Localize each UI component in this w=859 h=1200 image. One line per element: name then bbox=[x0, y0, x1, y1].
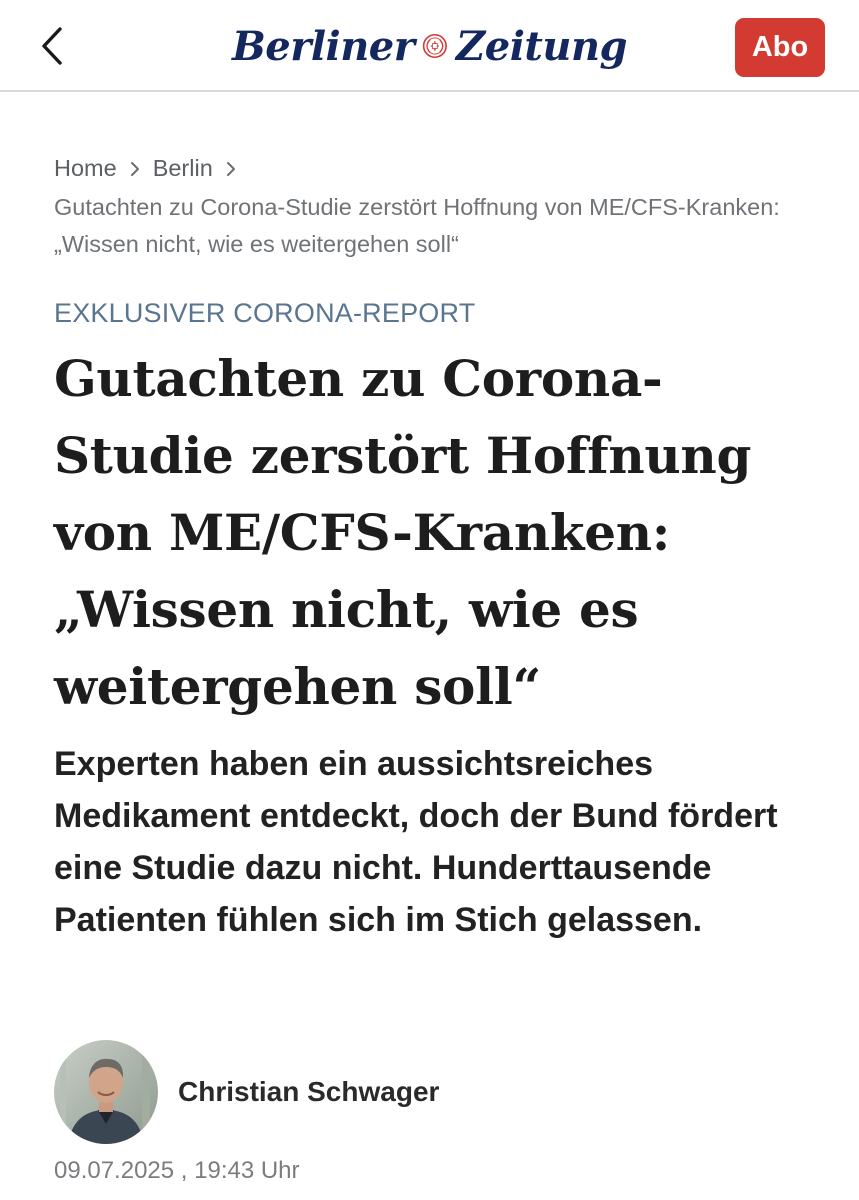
article-headline: Gutachten zu Corona-Studie zerstört Hoff… bbox=[54, 349, 752, 716]
publish-date: 09.07.2025 , 19:43 Uhr bbox=[54, 1157, 300, 1184]
breadcrumb-home[interactable]: Home bbox=[54, 150, 117, 187]
breadcrumb-current-page: Gutachten zu Corona-Studie zerstört Hoff… bbox=[54, 194, 780, 257]
breadcrumb-links: Home Berlin bbox=[54, 150, 814, 187]
logo-word-right: Zeitung bbox=[456, 22, 627, 70]
breadcrumb-berlin[interactable]: Berlin bbox=[153, 150, 213, 187]
article-lead: Experten haben ein aussichtsreiches Medi… bbox=[54, 745, 778, 939]
author-photo bbox=[54, 1040, 158, 1144]
breadcrumb: Home Berlin Gutachten zu Corona-Studie z… bbox=[54, 150, 814, 263]
seal-emblem-icon bbox=[423, 33, 448, 59]
chevron-left-icon bbox=[42, 27, 62, 65]
chevron-right-icon bbox=[130, 161, 139, 176]
chevron-right-icon bbox=[226, 161, 235, 176]
author-byline: Christian Schwager bbox=[54, 1040, 654, 1144]
subscribe-button[interactable]: Abo bbox=[735, 18, 825, 77]
avatar[interactable] bbox=[54, 1040, 158, 1144]
logo-word-left: Berliner bbox=[232, 22, 415, 70]
article-kicker: EXKLUSIVER CORONA-REPORT bbox=[54, 298, 476, 328]
author-name[interactable]: Christian Schwager bbox=[178, 1076, 439, 1108]
back-button[interactable] bbox=[30, 22, 74, 70]
top-bar: Berliner Zeitung Abo bbox=[0, 0, 859, 92]
site-logo[interactable]: Berliner Zeitung bbox=[232, 12, 627, 80]
